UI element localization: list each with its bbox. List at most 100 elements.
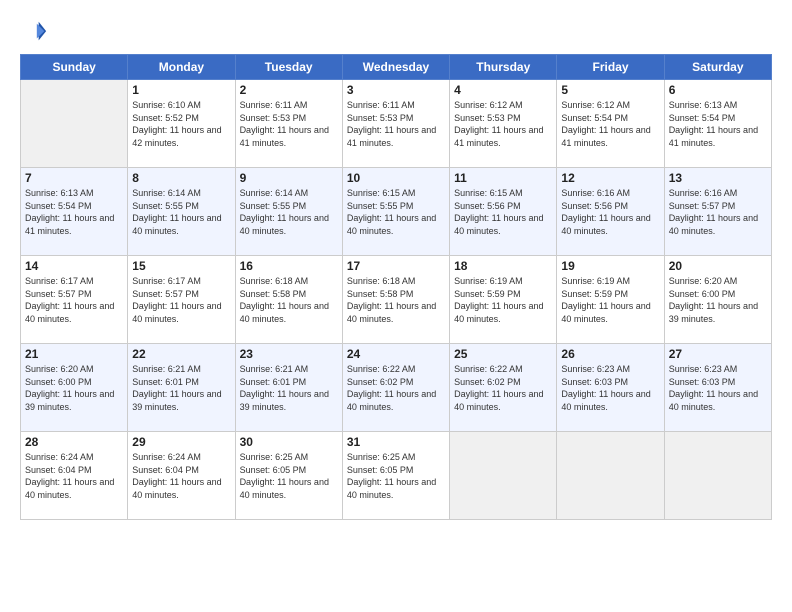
day-number: 21 (25, 347, 123, 361)
day-number: 5 (561, 83, 659, 97)
day-cell: 15 Sunrise: 6:17 AMSunset: 5:57 PMDayligh… (128, 256, 235, 344)
day-number: 11 (454, 171, 552, 185)
day-info: Sunrise: 6:19 AMSunset: 5:59 PMDaylight:… (454, 275, 552, 325)
day-cell: 7 Sunrise: 6:13 AMSunset: 5:54 PMDaylight… (21, 168, 128, 256)
col-header-sunday: Sunday (21, 55, 128, 80)
day-number: 30 (240, 435, 338, 449)
day-cell: 3 Sunrise: 6:11 AMSunset: 5:53 PMDaylight… (342, 80, 449, 168)
day-info: Sunrise: 6:18 AMSunset: 5:58 PMDaylight:… (347, 275, 445, 325)
day-cell: 20Sunrise: 6:20 AMSunset: 6:00 PMDayligh… (664, 256, 771, 344)
day-number: 10 (347, 171, 445, 185)
day-info: Sunrise: 6:16 AMSunset: 5:56 PMDaylight:… (561, 187, 659, 237)
week-row-2: 7 Sunrise: 6:13 AMSunset: 5:54 PMDaylight… (21, 168, 772, 256)
day-info: Sunrise: 6:13 AMSunset: 5:54 PMDaylight:… (669, 99, 767, 149)
day-cell: 31 Sunrise: 6:25 AMSunset: 6:05 PMDayligh… (342, 432, 449, 520)
day-number: 4 (454, 83, 552, 97)
day-number: 12 (561, 171, 659, 185)
day-number: 17 (347, 259, 445, 273)
day-info: Sunrise: 6:14 AMSunset: 5:55 PMDaylight:… (132, 187, 230, 237)
day-cell: 21 Sunrise: 6:20 AMSunset: 6:00 PMDayligh… (21, 344, 128, 432)
day-number: 24 (347, 347, 445, 361)
day-number: 31 (347, 435, 445, 449)
col-header-tuesday: Tuesday (235, 55, 342, 80)
day-cell: 27Sunrise: 6:23 AMSunset: 6:03 PMDayligh… (664, 344, 771, 432)
day-number: 7 (25, 171, 123, 185)
day-info: Sunrise: 6:25 AMSunset: 6:05 PMDaylight:… (240, 451, 338, 501)
day-cell (450, 432, 557, 520)
logo (20, 18, 52, 46)
day-number: 3 (347, 83, 445, 97)
day-number: 13 (669, 171, 767, 185)
day-info: Sunrise: 6:11 AMSunset: 5:53 PMDaylight:… (347, 99, 445, 149)
day-cell: 25 Sunrise: 6:22 AMSunset: 6:02 PMDayligh… (450, 344, 557, 432)
day-cell: 26Sunrise: 6:23 AMSunset: 6:03 PMDayligh… (557, 344, 664, 432)
col-header-monday: Monday (128, 55, 235, 80)
day-cell: 28 Sunrise: 6:24 AMSunset: 6:04 PMDayligh… (21, 432, 128, 520)
day-cell: 11 Sunrise: 6:15 AMSunset: 5:56 PMDayligh… (450, 168, 557, 256)
day-cell: 2 Sunrise: 6:11 AMSunset: 5:53 PMDaylight… (235, 80, 342, 168)
day-number: 28 (25, 435, 123, 449)
day-cell: 1Sunrise: 6:10 AMSunset: 5:52 PMDaylight… (128, 80, 235, 168)
day-info: Sunrise: 6:20 AMSunset: 6:00 PMDaylight:… (25, 363, 123, 413)
day-cell: 18 Sunrise: 6:19 AMSunset: 5:59 PMDayligh… (450, 256, 557, 344)
day-info: Sunrise: 6:17 AMSunset: 5:57 PMDaylight:… (132, 275, 230, 325)
day-number: 9 (240, 171, 338, 185)
day-cell: 17 Sunrise: 6:18 AMSunset: 5:58 PMDayligh… (342, 256, 449, 344)
day-info: Sunrise: 6:12 AMSunset: 5:53 PMDaylight:… (454, 99, 552, 149)
day-cell: 23 Sunrise: 6:21 AMSunset: 6:01 PMDayligh… (235, 344, 342, 432)
day-number: 6 (669, 83, 767, 97)
day-info: Sunrise: 6:13 AMSunset: 5:54 PMDaylight:… (25, 187, 123, 237)
day-cell: 12 Sunrise: 6:16 AMSunset: 5:56 PMDayligh… (557, 168, 664, 256)
day-cell: 29Sunrise: 6:24 AMSunset: 6:04 PMDayligh… (128, 432, 235, 520)
day-cell: 22 Sunrise: 6:21 AMSunset: 6:01 PMDayligh… (128, 344, 235, 432)
day-number: 20 (669, 259, 767, 273)
week-row-1: 1Sunrise: 6:10 AMSunset: 5:52 PMDaylight… (21, 80, 772, 168)
day-info: Sunrise: 6:24 AMSunset: 6:04 PMDaylight:… (132, 451, 230, 501)
day-number: 23 (240, 347, 338, 361)
day-number: 14 (25, 259, 123, 273)
col-header-saturday: Saturday (664, 55, 771, 80)
day-cell (664, 432, 771, 520)
header (20, 18, 772, 46)
col-header-thursday: Thursday (450, 55, 557, 80)
day-info: Sunrise: 6:24 AMSunset: 6:04 PMDaylight:… (25, 451, 123, 501)
day-number: 25 (454, 347, 552, 361)
day-info: Sunrise: 6:11 AMSunset: 5:53 PMDaylight:… (240, 99, 338, 149)
day-info: Sunrise: 6:25 AMSunset: 6:05 PMDaylight:… (347, 451, 445, 501)
day-number: 18 (454, 259, 552, 273)
day-cell: 16 Sunrise: 6:18 AMSunset: 5:58 PMDayligh… (235, 256, 342, 344)
day-info: Sunrise: 6:19 AMSunset: 5:59 PMDaylight:… (561, 275, 659, 325)
day-info: Sunrise: 6:15 AMSunset: 5:55 PMDaylight:… (347, 187, 445, 237)
day-info: Sunrise: 6:23 AMSunset: 6:03 PMDaylight:… (561, 363, 659, 413)
day-cell: 24Sunrise: 6:22 AMSunset: 6:02 PMDayligh… (342, 344, 449, 432)
day-info: Sunrise: 6:23 AMSunset: 6:03 PMDaylight:… (669, 363, 767, 413)
day-info: Sunrise: 6:15 AMSunset: 5:56 PMDaylight:… (454, 187, 552, 237)
col-header-friday: Friday (557, 55, 664, 80)
day-info: Sunrise: 6:10 AMSunset: 5:52 PMDaylight:… (132, 99, 230, 149)
day-info: Sunrise: 6:17 AMSunset: 5:57 PMDaylight:… (25, 275, 123, 325)
day-number: 22 (132, 347, 230, 361)
day-number: 2 (240, 83, 338, 97)
header-row: SundayMondayTuesdayWednesdayThursdayFrid… (21, 55, 772, 80)
day-info: Sunrise: 6:14 AMSunset: 5:55 PMDaylight:… (240, 187, 338, 237)
logo-icon (20, 18, 48, 46)
day-info: Sunrise: 6:21 AMSunset: 6:01 PMDaylight:… (132, 363, 230, 413)
day-cell: 10 Sunrise: 6:15 AMSunset: 5:55 PMDayligh… (342, 168, 449, 256)
day-info: Sunrise: 6:18 AMSunset: 5:58 PMDaylight:… (240, 275, 338, 325)
week-row-3: 14 Sunrise: 6:17 AMSunset: 5:57 PMDayligh… (21, 256, 772, 344)
day-number: 16 (240, 259, 338, 273)
col-header-wednesday: Wednesday (342, 55, 449, 80)
day-cell: 14 Sunrise: 6:17 AMSunset: 5:57 PMDayligh… (21, 256, 128, 344)
page: SundayMondayTuesdayWednesdayThursdayFrid… (0, 0, 792, 612)
calendar-table: SundayMondayTuesdayWednesdayThursdayFrid… (20, 54, 772, 520)
day-cell: 9 Sunrise: 6:14 AMSunset: 5:55 PMDaylight… (235, 168, 342, 256)
day-cell: 4 Sunrise: 6:12 AMSunset: 5:53 PMDaylight… (450, 80, 557, 168)
day-number: 15 (132, 259, 230, 273)
day-info: Sunrise: 6:12 AMSunset: 5:54 PMDaylight:… (561, 99, 659, 149)
day-info: Sunrise: 6:21 AMSunset: 6:01 PMDaylight:… (240, 363, 338, 413)
day-number: 19 (561, 259, 659, 273)
day-cell: 5 Sunrise: 6:12 AMSunset: 5:54 PMDaylight… (557, 80, 664, 168)
week-row-5: 28 Sunrise: 6:24 AMSunset: 6:04 PMDayligh… (21, 432, 772, 520)
day-cell: 30 Sunrise: 6:25 AMSunset: 6:05 PMDayligh… (235, 432, 342, 520)
day-info: Sunrise: 6:22 AMSunset: 6:02 PMDaylight:… (454, 363, 552, 413)
